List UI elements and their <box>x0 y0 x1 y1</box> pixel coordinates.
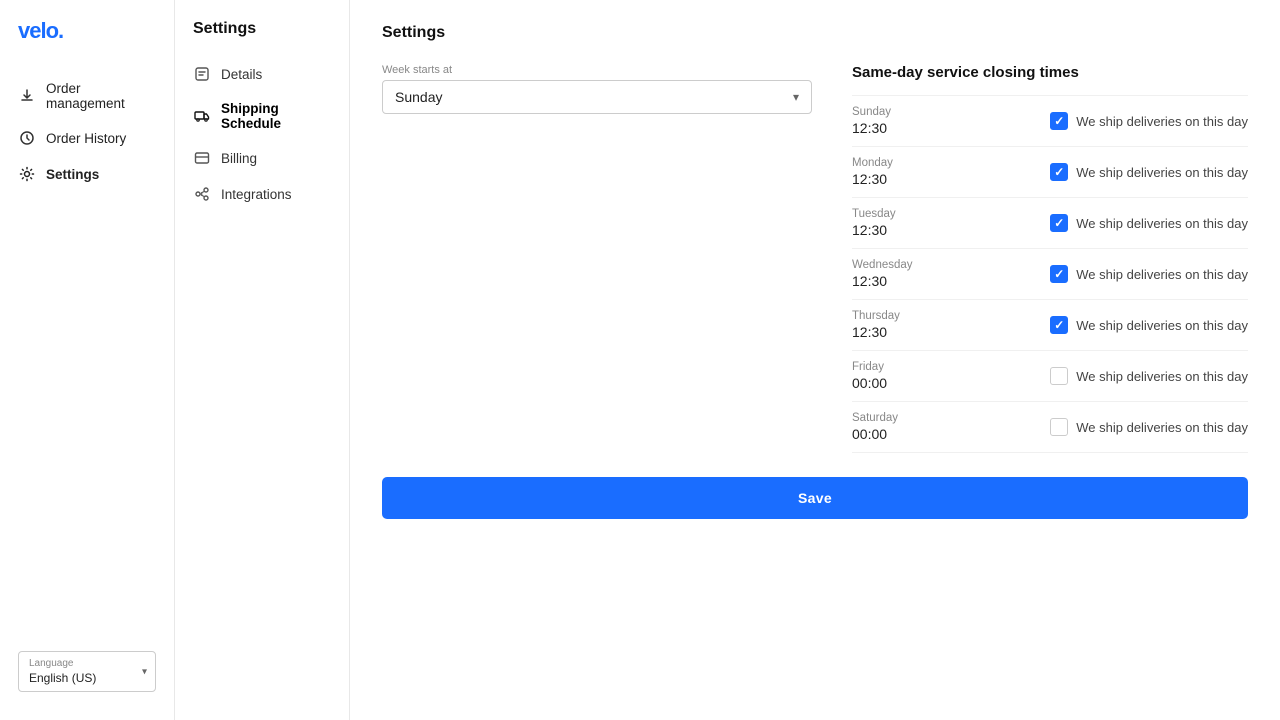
ship-checkbox-friday[interactable] <box>1050 367 1068 385</box>
day-time-friday: 00:00 <box>852 375 932 391</box>
billing-icon <box>193 149 211 167</box>
day-row-tuesday: Tuesday 12:30 We ship deliveries on this d… <box>852 198 1248 249</box>
ship-label-wednesday: We ship deliveries on this day <box>1076 267 1248 282</box>
checkbox-row-tuesday: We ship deliveries on this day <box>1050 214 1248 232</box>
main-nav: Order management Order History Settings <box>0 72 174 192</box>
checkbox-row-thursday: We ship deliveries on this day <box>1050 316 1248 334</box>
brand-name: velo. <box>18 18 63 43</box>
day-name-friday: Friday <box>852 361 932 373</box>
day-name-monday: Monday <box>852 157 932 169</box>
day-row-sunday: Sunday 12:30 We ship deliveries on this da… <box>852 95 1248 147</box>
chevron-down-icon: ▾ <box>142 666 147 677</box>
day-name-wednesday: Wednesday <box>852 259 932 271</box>
save-button[interactable]: Save <box>382 477 1248 519</box>
day-name-sunday: Sunday <box>852 106 932 118</box>
sidebar-bottom: Language English (US) ▾ <box>0 635 174 702</box>
same-day-title: Same-day service closing times <box>852 64 1248 81</box>
settings-nav-item-integrations[interactable]: Integrations <box>175 176 349 212</box>
day-info-sunday: Sunday 12:30 <box>852 106 932 136</box>
ship-checkbox-saturday[interactable] <box>1050 418 1068 436</box>
settings-nav-label-shipping-schedule: Shipping Schedule <box>221 101 331 131</box>
ship-label-saturday: We ship deliveries on this day <box>1076 420 1248 435</box>
day-row-wednesday: Wednesday 12:30 We ship deliveries on this… <box>852 249 1248 300</box>
gear-icon <box>18 165 36 183</box>
week-starts-at-value: Sunday <box>395 89 442 105</box>
day-time-tuesday: 12:30 <box>852 222 932 238</box>
day-row-friday: Friday 00:00 We ship deliveries on this da… <box>852 351 1248 402</box>
settings-nav-item-billing[interactable]: Billing <box>175 140 349 176</box>
truck-icon <box>193 107 211 125</box>
sidebar-label-settings: Settings <box>46 167 99 182</box>
ship-checkbox-wednesday[interactable] <box>1050 265 1068 283</box>
left-column: Week starts at Sunday ▾ <box>382 64 812 453</box>
day-time-sunday: 12:30 <box>852 120 932 136</box>
details-icon <box>193 65 211 83</box>
settings-nav-label-integrations: Integrations <box>221 187 292 202</box>
day-name-thursday: Thursday <box>852 310 932 322</box>
language-select[interactable]: Language English (US) ▾ <box>18 651 156 692</box>
settings-nav-label-details: Details <box>221 67 262 82</box>
page-title: Settings <box>382 24 1248 42</box>
main-content: Settings Week starts at Sunday ▾ Same-da… <box>350 0 1280 720</box>
checkbox-row-monday: We ship deliveries on this day <box>1050 163 1248 181</box>
sidebar-item-order-history[interactable]: Order History <box>0 120 174 156</box>
ship-checkbox-tuesday[interactable] <box>1050 214 1068 232</box>
day-info-tuesday: Tuesday 12:30 <box>852 208 932 238</box>
day-time-monday: 12:30 <box>852 171 932 187</box>
ship-label-monday: We ship deliveries on this day <box>1076 165 1248 180</box>
ship-checkbox-sunday[interactable] <box>1050 112 1068 130</box>
day-row-thursday: Thursday 12:30 We ship deliveries on this … <box>852 300 1248 351</box>
day-info-wednesday: Wednesday 12:30 <box>852 259 932 289</box>
sidebar-item-order-management[interactable]: Order management <box>0 72 174 120</box>
ship-label-thursday: We ship deliveries on this day <box>1076 318 1248 333</box>
settings-nav: Settings Details Shipping Schedule <box>175 0 350 720</box>
checkbox-row-sunday: We ship deliveries on this day <box>1050 112 1248 130</box>
day-time-saturday: 00:00 <box>852 426 932 442</box>
settings-nav-title: Settings <box>175 20 349 56</box>
checkbox-row-saturday: We ship deliveries on this day <box>1050 418 1248 436</box>
language-value: English (US) <box>29 671 145 685</box>
settings-nav-item-details[interactable]: Details <box>175 56 349 92</box>
ship-label-sunday: We ship deliveries on this day <box>1076 114 1248 129</box>
day-row-saturday: Saturday 00:00 We ship deliveries on this … <box>852 402 1248 453</box>
day-time-thursday: 12:30 <box>852 324 932 340</box>
logo: velo. <box>0 18 174 72</box>
chevron-down-icon: ▾ <box>793 90 799 104</box>
day-name-tuesday: Tuesday <box>852 208 932 220</box>
sidebar: velo. Order management Order History <box>0 0 175 720</box>
days-list: Sunday 12:30 We ship deliveries on this da… <box>852 95 1248 453</box>
day-time-wednesday: 12:30 <box>852 273 932 289</box>
sidebar-label-order-management: Order management <box>46 81 156 111</box>
checkbox-row-wednesday: We ship deliveries on this day <box>1050 265 1248 283</box>
day-info-thursday: Thursday 12:30 <box>852 310 932 340</box>
settings-nav-label-billing: Billing <box>221 151 257 166</box>
checkbox-row-friday: We ship deliveries on this day <box>1050 367 1248 385</box>
ship-label-friday: We ship deliveries on this day <box>1076 369 1248 384</box>
day-info-monday: Monday 12:30 <box>852 157 932 187</box>
sidebar-label-order-history: Order History <box>46 131 126 146</box>
sidebar-item-settings[interactable]: Settings <box>0 156 174 192</box>
day-row-monday: Monday 12:30 We ship deliveries on this da… <box>852 147 1248 198</box>
week-starts-at-select[interactable]: Sunday ▾ <box>382 80 812 114</box>
day-name-saturday: Saturday <box>852 412 932 424</box>
history-icon <box>18 129 36 147</box>
ship-label-tuesday: We ship deliveries on this day <box>1076 216 1248 231</box>
week-starts-at-label: Week starts at <box>382 64 812 76</box>
day-info-friday: Friday 00:00 <box>852 361 932 391</box>
right-column: Same-day service closing times Sunday 12:… <box>852 64 1248 453</box>
content-row: Week starts at Sunday ▾ Same-day service… <box>382 64 1248 453</box>
day-info-saturday: Saturday 00:00 <box>852 412 932 442</box>
download-icon <box>18 87 36 105</box>
settings-nav-item-shipping-schedule[interactable]: Shipping Schedule <box>175 92 349 140</box>
save-btn-wrapper: Save <box>382 477 1248 519</box>
language-label: Language <box>29 658 145 669</box>
week-select-section: Week starts at Sunday ▾ <box>382 64 812 114</box>
ship-checkbox-thursday[interactable] <box>1050 316 1068 334</box>
integrations-icon <box>193 185 211 203</box>
ship-checkbox-monday[interactable] <box>1050 163 1068 181</box>
